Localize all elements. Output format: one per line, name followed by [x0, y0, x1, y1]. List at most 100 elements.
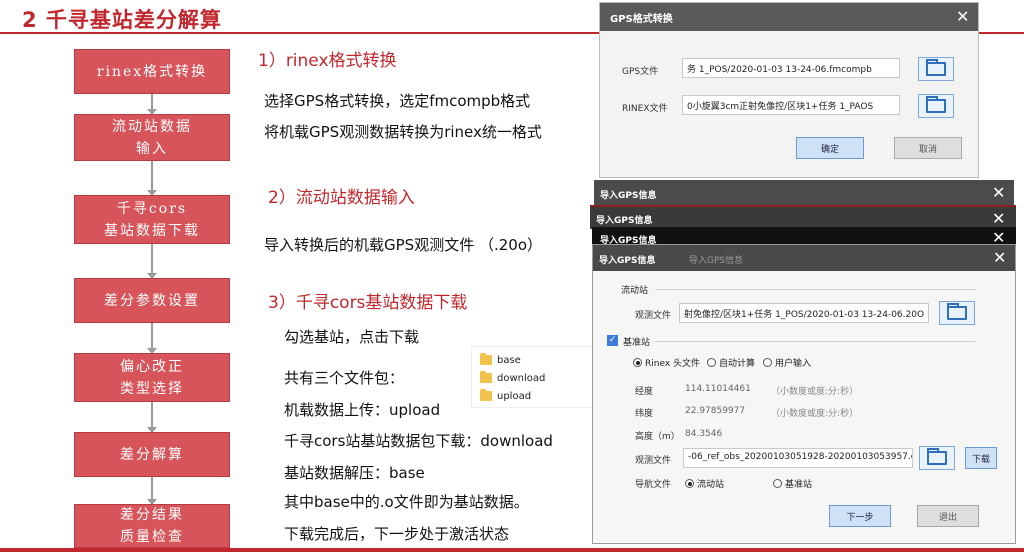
flow-arrow [147, 323, 157, 354]
base-file-input[interactable]: -06_ref_obs_20200103051928-2020010305395… [683, 448, 913, 468]
folder-item-download[interactable]: download [480, 370, 545, 386]
import-dialog-titlebar: 导入GPS信息 ✕ [594, 180, 1014, 206]
radio-label: 自动计算 [719, 359, 756, 369]
longitude-value: 114.11014461 [685, 384, 751, 394]
flow-step-text: 输入 [136, 140, 168, 157]
step3-heading: 3）千寻cors基站数据下载 [268, 293, 468, 313]
dialog-titlebar: 导入GPS信息 导入GPS信息 ✕ [593, 245, 1015, 271]
page-title: 2 千寻基站差分解算 [22, 8, 222, 32]
step3-line: 千寻cors站基站数据包下载：download [284, 432, 553, 450]
gps-convert-dialog: GPS格式转换 ✕ GPS文件 务 1_POS/2020-01-03 13-24… [599, 2, 979, 178]
dialog-title: 导入GPS信息 [600, 191, 657, 201]
flow-arrow [147, 477, 157, 505]
radio-label: Rinex 头文件 [645, 359, 701, 369]
flow-step-text: 偏心改正 [120, 358, 184, 375]
step1-heading: 1）rinex格式转换 [258, 51, 397, 71]
step3-line: 共有三个文件包： [284, 369, 405, 387]
folder-list: base download upload [471, 346, 595, 408]
import-gps-dialog: 导入GPS信息 导入GPS信息 ✕ 流动站 观测文件 射免像控/区块1+任务 1… [592, 244, 1016, 544]
folder-icon [480, 389, 492, 401]
base-file-label: 观测文件 [635, 456, 672, 466]
next-step-button[interactable]: 下一步 [829, 505, 891, 527]
rinex-file-input[interactable]: 0小旋翼3cm正射免像控/区块1+任务 1_PAOS [682, 95, 900, 115]
step1-line: 将机载GPS观测数据转换为rinex统一格式 [264, 123, 542, 141]
dialog-titlebar: GPS格式转换 ✕ [600, 3, 978, 31]
dialog-title: GPS格式转换 [610, 14, 673, 25]
flow-step-rover-input: 流动站数据 输入 [74, 114, 230, 161]
flow-step-text: 基站数据下载 [104, 222, 200, 239]
folder-name: base [497, 354, 521, 366]
radio-label: 流动站 [697, 480, 725, 490]
rover-group-label: 流动站 [621, 286, 649, 296]
folder-open-icon [926, 59, 946, 76]
flow-arrow [147, 244, 157, 279]
folder-item-upload[interactable]: upload [480, 388, 531, 404]
step3-line: 其中base中的.o文件即为基站数据。 [284, 493, 529, 511]
radio-nav-rover[interactable] [685, 479, 694, 488]
radio-label: 用户输入 [775, 359, 812, 369]
folder-icon [480, 371, 492, 383]
flow-step-text: 差分解算 [120, 446, 184, 463]
rinex-file-browse-button[interactable] [918, 94, 954, 118]
longitude-hint: （小数度或度:分:秒） [771, 387, 859, 397]
latitude-hint: （小数度或度:分:秒） [771, 409, 859, 419]
base-station-checkbox[interactable]: ✓ [607, 335, 618, 346]
folder-name: upload [497, 390, 532, 402]
height-value: 84.3546 [685, 429, 723, 439]
base-file-browse-button[interactable] [919, 446, 955, 470]
base-group-label: 基准站 [623, 338, 651, 348]
close-icon[interactable]: ✕ [992, 211, 1005, 227]
nav-file-label: 导航文件 [635, 480, 672, 490]
rinex-file-label: RINEX文件 [622, 104, 668, 114]
flow-step-diff-params: 差分参数设置 [74, 278, 230, 323]
group-divider [655, 341, 975, 342]
flow-step-quality-check: 差分结果 质量检查 [74, 504, 230, 548]
rover-file-label: 观测文件 [635, 311, 672, 321]
dialog-title-ghost: 导入GPS信息 [689, 256, 744, 266]
download-button[interactable]: 下载 [965, 447, 997, 469]
footer-divider [0, 548, 1024, 552]
folder-item-base[interactable]: base [480, 352, 521, 368]
flow-step-text: 质量检查 [120, 529, 184, 545]
rover-file-input[interactable]: 射免像控/区块1+任务 1_POS/2020-01-03 13-24-06.20… [679, 303, 929, 323]
rover-file-browse-button[interactable] [939, 301, 975, 325]
step2-heading: 2）流动站数据输入 [268, 188, 415, 208]
flow-arrow [147, 161, 157, 196]
flow-step-diff-solve: 差分解算 [74, 432, 230, 477]
group-divider [655, 289, 975, 290]
latitude-value: 22.97859977 [685, 406, 746, 416]
flow-step-cors-download: 千寻cors 基站数据下载 [74, 195, 230, 244]
flow-step-rinex-convert: rinex格式转换 [74, 49, 230, 94]
gps-file-label: GPS文件 [622, 67, 659, 77]
flow-step-text: 流动站数据 [112, 118, 192, 135]
radio-nav-base[interactable] [773, 479, 782, 488]
step3-line: 基站数据解压：base [284, 464, 425, 482]
flow-arrow [147, 402, 157, 433]
step2-line: 导入转换后的机载GPS观测文件 （.20o） [264, 236, 542, 254]
flow-step-text: 千寻cors [116, 200, 188, 217]
step1-line: 选择GPS格式转换，选定fmcompb格式 [264, 92, 531, 110]
radio-label: 基准站 [785, 480, 813, 490]
close-icon[interactable]: ✕ [992, 185, 1005, 201]
flow-step-text: 差分结果 [120, 507, 184, 523]
radio-user-input[interactable] [763, 358, 772, 367]
radio-auto-calc[interactable] [707, 358, 716, 367]
import-dialog-titlebar: 导入GPS信息 ✕ [590, 205, 1016, 229]
dialog-title: 导入GPS信息 [599, 256, 656, 266]
gps-file-browse-button[interactable] [918, 57, 954, 81]
longitude-label: 经度 [635, 387, 654, 397]
gps-file-input[interactable]: 务 1_POS/2020-01-03 13-24-06.fmcompb [682, 58, 900, 78]
folder-open-icon [947, 303, 967, 320]
folder-open-icon [927, 448, 947, 465]
close-icon[interactable]: ✕ [956, 9, 969, 25]
dialog-title: 导入GPS信息 [596, 216, 653, 226]
cancel-button[interactable]: 取消 [894, 137, 962, 159]
confirm-button[interactable]: 确定 [796, 137, 864, 159]
flow-step-offset-correction: 偏心改正 类型选择 [74, 353, 230, 402]
exit-button[interactable]: 退出 [917, 505, 979, 527]
folder-open-icon [926, 96, 946, 113]
flow-step-text: 差分参数设置 [104, 292, 200, 309]
latitude-label: 纬度 [635, 409, 654, 419]
close-icon[interactable]: ✕ [993, 250, 1006, 266]
radio-rinex-header[interactable] [633, 358, 642, 367]
